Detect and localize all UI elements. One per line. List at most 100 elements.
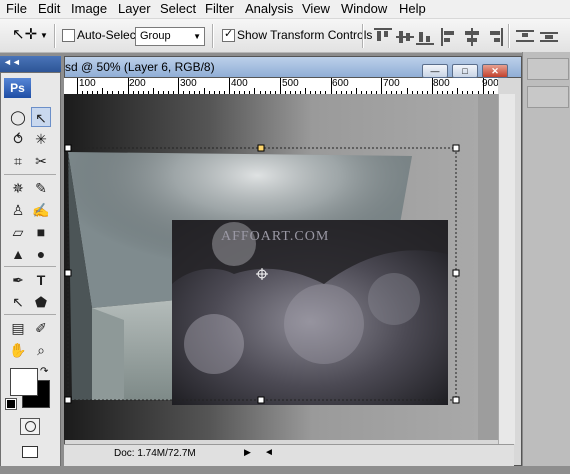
options-separator	[54, 24, 56, 48]
texture-highlight	[184, 314, 244, 374]
crop-tool-icon[interactable]: ⌗	[8, 151, 28, 171]
lasso-tool-icon[interactable]: ⥀	[8, 129, 28, 149]
scroll-left-arrow-icon[interactable]: ◄	[264, 447, 274, 458]
ruler-tick	[178, 78, 180, 94]
document-size-status[interactable]: Doc: 1.74M/72.7M	[114, 448, 196, 460]
show-transform-checkbox[interactable]	[222, 27, 235, 42]
ruler-tick	[127, 78, 129, 94]
options-separator	[362, 24, 364, 48]
toolbox-header[interactable]: ◄◄	[0, 56, 61, 72]
notes-tool-icon[interactable]: ▤	[8, 318, 28, 338]
hand-tool-icon[interactable]: ✋	[8, 340, 28, 360]
canvas-artwork: AFFOART.COM	[64, 144, 460, 405]
vertical-scrollbar[interactable]	[498, 94, 515, 444]
align-vertical-centers-icon[interactable]	[396, 28, 414, 46]
transform-handle[interactable]	[64, 396, 72, 404]
menu-image[interactable]: Image	[71, 0, 107, 18]
magic-wand-tool-icon[interactable]: ✳	[31, 129, 51, 149]
menu-file[interactable]: File	[6, 0, 27, 18]
align-horizontal-centers-icon[interactable]	[463, 28, 481, 46]
ruler-label: 300	[180, 78, 197, 89]
menu-select[interactable]: Select	[160, 0, 196, 18]
canvas-pasteboard	[478, 94, 498, 440]
ruler-label: 200	[129, 78, 146, 89]
transform-handle[interactable]	[64, 144, 72, 152]
auto-select-value: Group	[140, 30, 171, 42]
foreground-color-swatch[interactable]	[10, 368, 38, 396]
pen-tool-icon[interactable]: ✒	[8, 270, 28, 290]
panel-tab[interactable]	[527, 58, 569, 80]
menu-filter[interactable]: Filter	[205, 0, 234, 18]
document-canvas[interactable]: AFFOART.COM	[64, 94, 478, 440]
chevron-down-icon[interactable]: ▼	[40, 31, 48, 40]
transform-handle[interactable]	[64, 269, 72, 277]
eyedropper-tool-icon[interactable]: ✐	[31, 318, 51, 338]
close-button[interactable]: ✕	[482, 64, 508, 78]
collapse-icon[interactable]: ◄◄	[3, 57, 21, 67]
eraser-tool-icon[interactable]: ▱	[8, 222, 28, 242]
menu-edit[interactable]: Edit	[38, 0, 60, 18]
ruler-tick	[482, 78, 484, 94]
transform-handle[interactable]	[452, 144, 460, 152]
ruler-label: 900	[482, 78, 498, 89]
type-tool-icon[interactable]: T	[31, 270, 51, 290]
align-top-edges-icon[interactable]	[374, 28, 392, 46]
ruler-label: 600	[332, 78, 349, 89]
ruler-tick	[77, 78, 78, 94]
marquee-tool-icon[interactable]: ◯	[8, 107, 28, 127]
quick-mask-button[interactable]	[20, 418, 40, 435]
transform-handle[interactable]	[257, 144, 265, 152]
menu-view[interactable]: View	[302, 0, 330, 18]
ruler-label: 100	[79, 78, 96, 89]
shape-tool-icon[interactable]: ⬟	[31, 292, 51, 312]
document-status-bar: Doc: 1.74M/72.7M ▶ ◄	[64, 444, 514, 467]
align-bottom-edges-icon[interactable]	[416, 28, 434, 46]
ruler-tick	[279, 78, 281, 94]
panel-dock	[522, 52, 570, 474]
menu-help[interactable]: Help	[399, 0, 426, 18]
menu-layer[interactable]: Layer	[118, 0, 151, 18]
ruler-tick	[330, 78, 332, 94]
tool-separator	[4, 314, 56, 315]
transform-handle[interactable]	[452, 396, 460, 404]
auto-select-dropdown[interactable]: Group ▼	[135, 27, 205, 46]
status-menu-arrow-icon[interactable]: ▶	[244, 447, 251, 458]
auto-select-checkbox[interactable]	[62, 29, 75, 42]
ps-logo[interactable]: Ps	[4, 78, 31, 98]
distribute-vertical-centers-icon[interactable]	[540, 28, 558, 46]
distribute-top-edges-icon[interactable]	[516, 28, 534, 46]
transform-handle[interactable]	[257, 396, 265, 404]
ruler-tick	[381, 78, 383, 94]
align-right-edges-icon[interactable]	[485, 28, 503, 46]
screen-mode-button[interactable]	[20, 444, 42, 460]
history-brush-tool-icon[interactable]: ✍	[31, 200, 51, 220]
clone-stamp-tool-icon[interactable]: ♙	[8, 200, 28, 220]
blur-tool-icon[interactable]: ▲	[8, 244, 28, 264]
ruler-label: 400	[231, 78, 248, 89]
menu-bar: File Edit Image Layer Select Filter Anal…	[0, 0, 570, 19]
box-floor-edge	[92, 308, 124, 400]
brush-tool-icon[interactable]: ✎	[31, 178, 51, 198]
maximize-button[interactable]: □	[452, 64, 478, 78]
move-tool-icon[interactable]: ↖	[31, 107, 51, 127]
transform-handle[interactable]	[452, 269, 460, 277]
slice-tool-icon[interactable]: ✂	[31, 151, 51, 171]
swap-colors-icon[interactable]: ↷	[40, 366, 48, 377]
align-left-edges-icon[interactable]	[441, 28, 459, 46]
gradient-tool-icon[interactable]: ■	[31, 222, 51, 242]
menu-analysis[interactable]: Analysis	[245, 0, 293, 18]
minimize-button[interactable]: —	[422, 64, 448, 78]
default-colors-icon[interactable]	[5, 398, 17, 410]
healing-brush-tool-icon[interactable]: ✵	[8, 178, 28, 198]
move-tool-preset-icon[interactable]: ↖✛	[12, 25, 37, 45]
zoom-tool-icon[interactable]: ⌕	[31, 340, 51, 360]
screen-mode-icon	[22, 446, 38, 458]
horizontal-ruler[interactable]: 100 200 300 400 500 600 700 800 900	[64, 78, 498, 95]
ruler-tick	[431, 78, 433, 94]
options-separator	[508, 24, 510, 48]
dodge-tool-icon[interactable]: ●	[31, 244, 51, 264]
options-separator	[212, 24, 214, 48]
path-selection-tool-icon[interactable]: ↖	[8, 292, 28, 312]
panel-tab[interactable]	[527, 86, 569, 108]
menu-window[interactable]: Window	[341, 0, 387, 18]
